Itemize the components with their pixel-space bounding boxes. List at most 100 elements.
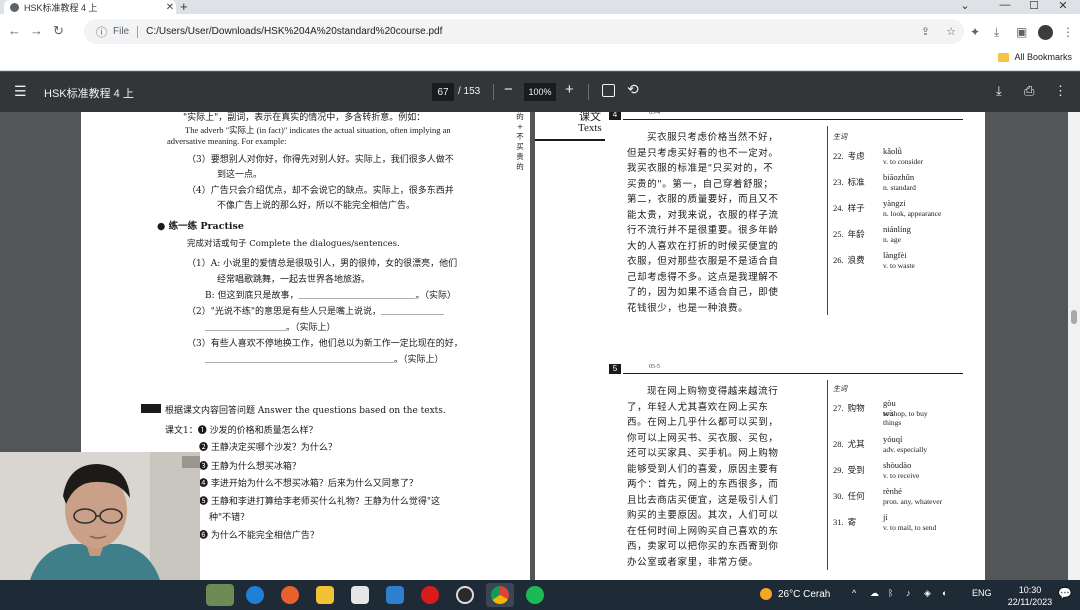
profile-avatar[interactable]: [1038, 25, 1053, 40]
reading-text-4: 买衣服只考虑价格当然不好， 但是只考虑买好看的也不一定对。 我买衣服的标准是"只…: [627, 130, 823, 316]
info-icon[interactable]: ⓘ: [96, 24, 107, 40]
pdf-title: HSK标准教程 4 上: [44, 88, 134, 100]
text-line: 还可以买家具、买手机。网上购物: [627, 448, 779, 459]
vocab-entry: 23. 标准 biāozhǔn n. standard: [833, 172, 916, 192]
audio-code: 05-5: [649, 364, 660, 370]
text-line: 购买的主要原因。其次，人们可以: [627, 510, 779, 521]
bookmark-star-icon[interactable]: ☆: [946, 25, 956, 38]
language-indicator[interactable]: ENG: [972, 588, 992, 598]
tab-close-icon[interactable]: ✕: [164, 2, 176, 13]
all-bookmarks-button[interactable]: All Bookmarks: [998, 52, 1072, 62]
text-line: 大的人喜欢在打折的时候买便宜的: [627, 240, 779, 252]
pdf-scrollbar[interactable]: [1068, 112, 1080, 580]
browser-tab[interactable]: HSK标准教程 4 上 ✕: [4, 0, 176, 14]
more-options-icon[interactable]: ⋮: [1054, 83, 1067, 99]
forward-button[interactable]: →: [30, 23, 43, 38]
text-line: 能够受到人们的喜爱，原因主要有: [627, 463, 779, 475]
exercise-line: ＿＿＿＿＿＿＿＿＿。（实际上）: [205, 323, 336, 333]
new-tab-button[interactable]: +: [180, 0, 188, 14]
text-line: 能太贵，对我来说，衣服的样子流: [627, 209, 779, 221]
vocab-divider: [827, 380, 828, 570]
questions-heading: 根据课文内容回答问题 Answer the questions based on…: [165, 406, 446, 416]
pdf-menu-icon[interactable]: ☰: [14, 83, 27, 100]
question-line: 种"不错？: [209, 513, 250, 523]
text-line: 西，卖家可以把你买的东西寄到你: [627, 541, 779, 552]
widgets-icon[interactable]: [206, 584, 234, 606]
text-line: 西。在网上几乎什么都可以买到，: [627, 417, 779, 428]
screen-recorder-icon[interactable]: [456, 586, 474, 604]
zoom-out-button[interactable]: −: [504, 81, 513, 98]
reload-button[interactable]: ↻: [53, 23, 64, 39]
speaker-icon[interactable]: ♪: [906, 588, 911, 598]
cloud-icon[interactable]: ☁: [870, 588, 879, 599]
file-explorer-icon[interactable]: [316, 586, 334, 604]
vocab-entry: 30. 任何 rènhé pron. any, whatever: [833, 486, 943, 506]
notification-icon[interactable]: 💬: [1058, 587, 1072, 600]
exercise-line: ＿＿＿＿＿＿＿＿＿＿＿＿＿＿＿＿＿＿＿＿＿。（实际上）: [205, 355, 444, 365]
time: 10:30: [1018, 585, 1042, 595]
question-line: ❻ 为什么不能完全相信广告？: [199, 531, 319, 541]
text-line: 第二，衣服的质量要好，而且又不: [627, 194, 779, 205]
zoom-input[interactable]: 100%: [524, 83, 556, 101]
mail-icon[interactable]: [386, 586, 404, 604]
tab-search-icon[interactable]: ⌄: [950, 0, 980, 12]
globe-icon: [10, 2, 19, 12]
clock[interactable]: 10:30 22/11/2023: [1004, 584, 1056, 608]
vocab-title: 生词: [833, 385, 847, 393]
bluetooth-icon[interactable]: ᛒ: [888, 588, 893, 598]
downloads-icon[interactable]: ⤓: [994, 25, 999, 40]
text-line: 且比去商店买便宜，这是吸引人们: [627, 494, 779, 506]
section-rule: [623, 373, 963, 374]
example-sentence: （4）广告只会介绍优点，却不会说它的缺点。实际上，很多东西并: [187, 186, 454, 196]
download-icon[interactable]: ⤓: [996, 83, 1002, 99]
instruction: 完成对话或句子 Complete the dialogues/sentences…: [187, 239, 400, 249]
network-icon[interactable]: ◈: [924, 588, 931, 599]
page-number-input[interactable]: 67: [432, 83, 454, 101]
rotate-icon[interactable]: ⟲: [627, 81, 639, 98]
firefox-icon[interactable]: [281, 586, 299, 604]
zoom-in-button[interactable]: +: [565, 81, 574, 98]
vocab-entry: 31. 寄 jì v. to mail, to send: [833, 512, 937, 532]
edge-icon[interactable]: [246, 586, 264, 604]
example-sentence: （3）要想别人对你好，你得先对别人好。实际上，我们很多人做不: [187, 155, 454, 165]
divider: [588, 84, 589, 100]
section-marker: [141, 404, 161, 413]
weather-widget[interactable]: 26°C Cerah: [760, 588, 830, 600]
store-icon[interactable]: [351, 586, 369, 604]
address-bar[interactable]: ⓘ File C:/Users/User/Downloads/HSK%204A%…: [84, 19, 964, 44]
reading-text-5: 现在网上购物变得越来越流行 了，年轻人尤其喜欢在网上买东 西。在网上几乎什么都可…: [627, 384, 823, 570]
text-line: 办公室或者家里，非常方便。: [627, 556, 759, 568]
divider: [493, 84, 494, 100]
taskbar: 26°C Cerah ^ ☁ ᛒ ♪ ◈ ◐ ENG 10:30 22/11/2…: [0, 580, 1080, 610]
text-line: 我买衣服的标准是"只买对的，不: [627, 163, 774, 174]
back-button[interactable]: ←: [8, 23, 21, 38]
practise-heading: ● 练一练 Practise: [157, 221, 244, 232]
header-rule: [535, 139, 605, 141]
question-line: ❹ 李进开始为什么不想买冰箱？后来为什么又同意了？: [199, 479, 418, 489]
spotify-icon[interactable]: [526, 586, 544, 604]
vocab-entry: 25. 年龄 niánlíng n. age: [833, 224, 911, 244]
side-panel-icon[interactable]: ▣: [1016, 25, 1027, 39]
webcam-overlay: [0, 452, 200, 580]
text-line: 买衣服只考虑价格当然不好，: [647, 132, 779, 143]
maximize-button[interactable]: ☐: [1019, 0, 1049, 12]
tray-expand-icon[interactable]: ^: [852, 588, 856, 598]
volume-icon[interactable]: ◐: [942, 588, 947, 598]
text-line: 衣服，但对那些衣服是不是适合自: [627, 256, 779, 267]
print-icon[interactable]: ⎙: [1024, 83, 1034, 99]
share-icon[interactable]: ⇪: [921, 25, 930, 38]
minimize-button[interactable]: —: [990, 0, 1020, 11]
grammar-note-en: adversative meaning. For example:: [167, 136, 287, 146]
scrollbar-thumb[interactable]: [1071, 310, 1077, 324]
sun-icon: [760, 588, 772, 600]
menu-kebab-icon[interactable]: ⋮: [1062, 25, 1074, 39]
url-text[interactable]: C:/Users/User/Downloads/HSK%204A%20stand…: [146, 26, 913, 37]
texts-header-en: Texts: [578, 122, 602, 134]
scheme-label: File: [113, 26, 130, 37]
extensions-icon[interactable]: ✦: [970, 25, 980, 39]
chrome-active-tab[interactable]: [486, 583, 514, 607]
fit-to-page-icon[interactable]: [602, 84, 615, 97]
opera-icon[interactable]: [421, 586, 439, 604]
exercise-line: （1）A: 小说里的爱情总是很吸引人，男的很帅，女的很漂亮，他们: [187, 259, 458, 269]
close-window-button[interactable]: ✕: [1048, 0, 1078, 12]
